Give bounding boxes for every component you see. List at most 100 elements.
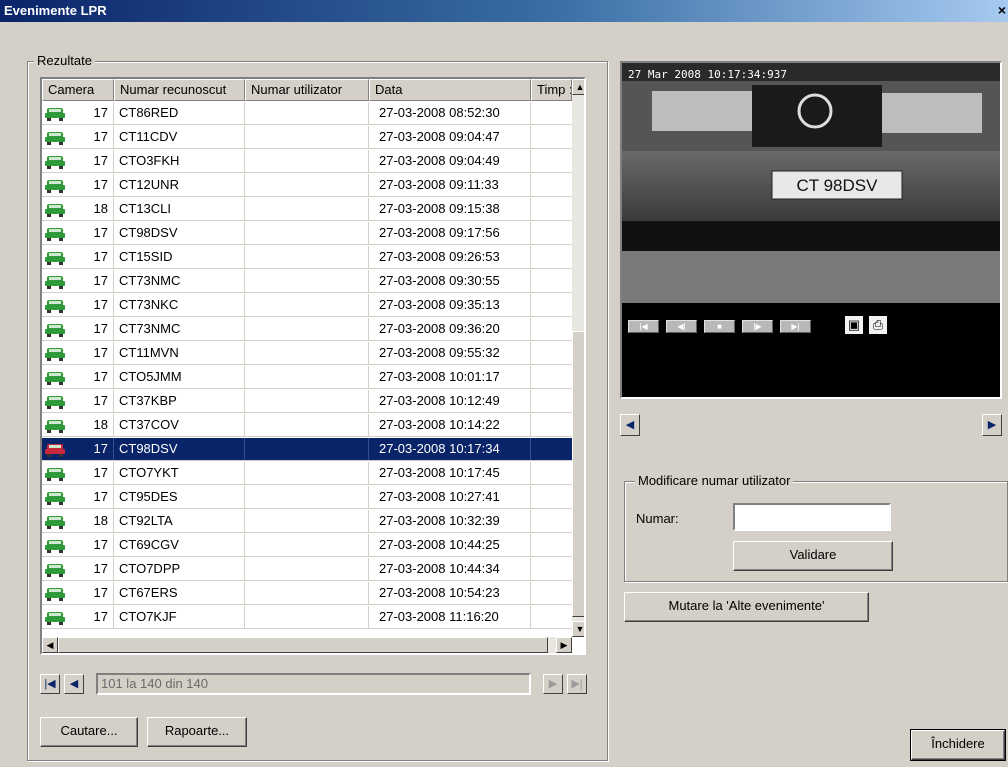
search-button[interactable]: Cautare... bbox=[40, 717, 138, 747]
cell-time bbox=[531, 222, 572, 244]
cell-camera: 17 bbox=[42, 126, 114, 148]
cell-user-number bbox=[245, 606, 369, 628]
car-icon bbox=[45, 564, 65, 577]
table-row[interactable]: 18 CT92LTA 27-03-2008 10:32:39 bbox=[42, 510, 572, 533]
table-row[interactable]: 17 CT69CGV 27-03-2008 10:44:25 bbox=[42, 534, 572, 557]
cell-user-number bbox=[245, 294, 369, 316]
cell-date: 27-03-2008 09:04:49 bbox=[369, 150, 531, 172]
cell-date: 27-03-2008 09:35:13 bbox=[369, 294, 531, 316]
cell-date: 27-03-2008 10:44:25 bbox=[369, 534, 531, 556]
cell-time bbox=[531, 126, 572, 148]
table-row[interactable]: 17 CT98DSV 27-03-2008 10:17:34 bbox=[42, 438, 572, 461]
cell-plate: CTO5JMM bbox=[114, 366, 245, 388]
cell-date: 27-03-2008 10:54:23 bbox=[369, 582, 531, 604]
previous-image-icon[interactable]: ◀ bbox=[620, 414, 640, 436]
cell-date: 27-03-2008 09:55:32 bbox=[369, 342, 531, 364]
skip-start-icon[interactable]: |◀ bbox=[628, 320, 659, 333]
car-icon bbox=[45, 324, 65, 337]
cell-date: 27-03-2008 10:14:22 bbox=[369, 414, 531, 436]
next-image-icon[interactable]: ▶ bbox=[982, 414, 1002, 436]
car-icon bbox=[45, 420, 65, 433]
car-icon bbox=[45, 468, 65, 481]
skip-end-icon[interactable]: ▶| bbox=[780, 320, 811, 333]
cell-user-number bbox=[245, 510, 369, 532]
table-row[interactable]: 17 CTO7YKT 27-03-2008 10:17:45 bbox=[42, 462, 572, 485]
table-row[interactable]: 18 CT37COV 27-03-2008 10:14:22 bbox=[42, 414, 572, 437]
print-icon[interactable]: ⎙ bbox=[868, 315, 888, 335]
cell-time bbox=[531, 486, 572, 508]
scroll-down-icon[interactable]: ▼ bbox=[572, 621, 584, 637]
step-forward-icon[interactable]: |▶ bbox=[742, 320, 773, 333]
cell-time bbox=[531, 174, 572, 196]
user-number-input[interactable] bbox=[733, 503, 891, 531]
column-header-time[interactable]: Timp : bbox=[531, 79, 572, 101]
cell-date: 27-03-2008 10:44:34 bbox=[369, 558, 531, 580]
close-icon[interactable]: × bbox=[998, 2, 1006, 18]
cell-camera: 17 bbox=[42, 438, 114, 460]
table-row[interactable]: 17 CTO7KJF 27-03-2008 11:16:20 bbox=[42, 606, 572, 629]
cell-date: 27-03-2008 08:52:30 bbox=[369, 102, 531, 124]
vertical-scroll-thumb[interactable] bbox=[572, 331, 584, 617]
car-icon bbox=[45, 252, 65, 265]
cell-date: 27-03-2008 10:01:17 bbox=[369, 366, 531, 388]
results-group-label: Rezultate bbox=[34, 53, 95, 68]
validate-button[interactable]: Validare bbox=[733, 541, 893, 571]
last-page-icon[interactable]: ▶| bbox=[567, 674, 587, 694]
table-row[interactable]: 17 CT11CDV 27-03-2008 09:04:47 bbox=[42, 126, 572, 149]
column-header-camera[interactable]: Camera bbox=[42, 79, 114, 101]
vertical-scrollbar[interactable]: ▲ ▼ bbox=[572, 79, 584, 637]
step-back-icon[interactable]: ◀| bbox=[666, 320, 697, 333]
table-row[interactable]: 17 CT37KBP 27-03-2008 10:12:49 bbox=[42, 390, 572, 413]
cell-plate: CT73NMC bbox=[114, 318, 245, 340]
column-header-plate[interactable]: Numar recunoscut bbox=[114, 79, 245, 101]
cell-camera: 17 bbox=[42, 174, 114, 196]
column-header-date[interactable]: Data bbox=[369, 79, 531, 101]
cell-user-number bbox=[245, 246, 369, 268]
cell-plate: CT73NKC bbox=[114, 294, 245, 316]
scroll-left-icon[interactable]: ◀ bbox=[42, 637, 58, 653]
first-page-icon[interactable]: |◀ bbox=[40, 674, 60, 694]
horizontal-scroll-thumb[interactable] bbox=[58, 637, 548, 653]
table-row[interactable]: 17 CTO5JMM 27-03-2008 10:01:17 bbox=[42, 366, 572, 389]
table-row[interactable]: 17 CT73NMC 27-03-2008 09:30:55 bbox=[42, 270, 572, 293]
move-to-other-events-button[interactable]: Mutare la 'Alte evenimente' bbox=[624, 592, 869, 622]
cell-camera: 17 bbox=[42, 294, 114, 316]
next-page-icon[interactable]: ▶ bbox=[543, 674, 563, 694]
table-header: Camera Numar recunoscut Numar utilizator… bbox=[42, 79, 572, 101]
cell-user-number bbox=[245, 582, 369, 604]
table-row[interactable]: 17 CT11MVN 27-03-2008 09:55:32 bbox=[42, 342, 572, 365]
window-title: Evenimente LPR bbox=[4, 3, 107, 18]
table-row[interactable]: 17 CT73NMC 27-03-2008 09:36:20 bbox=[42, 318, 572, 341]
table-row[interactable]: 17 CT95DES 27-03-2008 10:27:41 bbox=[42, 486, 572, 509]
cell-camera: 17 bbox=[42, 150, 114, 172]
cell-time bbox=[531, 438, 572, 460]
close-button[interactable]: Închidere bbox=[910, 729, 1006, 761]
table-row[interactable]: 18 CT13CLI 27-03-2008 09:15:38 bbox=[42, 198, 572, 221]
prev-page-icon[interactable]: ◀ bbox=[64, 674, 84, 694]
number-label: Numar: bbox=[636, 511, 679, 526]
cell-plate: CT95DES bbox=[114, 486, 245, 508]
scroll-right-icon[interactable]: ▶ bbox=[556, 637, 572, 653]
table-row[interactable]: 17 CT98DSV 27-03-2008 09:17:56 bbox=[42, 222, 572, 245]
scroll-up-icon[interactable]: ▲ bbox=[572, 79, 584, 95]
cell-camera: 17 bbox=[42, 486, 114, 508]
cell-date: 27-03-2008 09:17:56 bbox=[369, 222, 531, 244]
column-header-user-number[interactable]: Numar utilizator bbox=[245, 79, 369, 101]
horizontal-scrollbar[interactable]: ◀ ▶ bbox=[42, 637, 572, 653]
table-row[interactable]: 17 CT67ERS 27-03-2008 10:54:23 bbox=[42, 582, 572, 605]
cell-camera: 18 bbox=[42, 198, 114, 220]
stop-icon[interactable]: ■ bbox=[704, 320, 735, 333]
table-row[interactable]: 17 CT73NKC 27-03-2008 09:35:13 bbox=[42, 294, 572, 317]
table-row[interactable]: 17 CTO7DPP 27-03-2008 10:44:34 bbox=[42, 558, 572, 581]
table-row[interactable]: 17 CT15SID 27-03-2008 09:26:53 bbox=[42, 246, 572, 269]
plate-text: CT 98DSV bbox=[797, 176, 879, 195]
cell-camera: 17 bbox=[42, 390, 114, 412]
cell-time bbox=[531, 198, 572, 220]
save-icon[interactable]: ▣ bbox=[844, 315, 864, 335]
table-row[interactable]: 17 CT86RED 27-03-2008 08:52:30 bbox=[42, 102, 572, 125]
table-row[interactable]: 17 CT12UNR 27-03-2008 09:11:33 bbox=[42, 174, 572, 197]
cell-time bbox=[531, 582, 572, 604]
reports-button[interactable]: Rapoarte... bbox=[147, 717, 247, 747]
table-row[interactable]: 17 CTO3FKH 27-03-2008 09:04:49 bbox=[42, 150, 572, 173]
cell-plate: CT67ERS bbox=[114, 582, 245, 604]
